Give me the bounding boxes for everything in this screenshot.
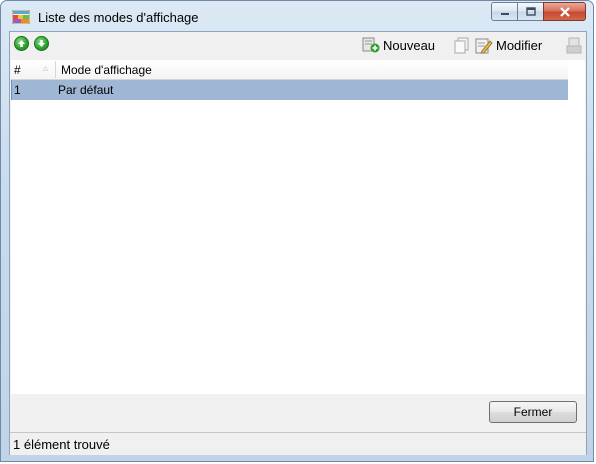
- sort-indicator-icon: ▵: [43, 63, 49, 74]
- close-icon: [559, 6, 570, 17]
- status-bar: 1 élément trouvé: [10, 432, 586, 455]
- row-marker: [11, 80, 12, 100]
- window-title: Liste des modes d'affichage: [38, 10, 199, 25]
- close-button[interactable]: [543, 2, 586, 21]
- arrow-up-icon: [18, 40, 25, 47]
- copy-icon: [454, 37, 469, 53]
- row-number: 1: [14, 83, 21, 97]
- column-divider[interactable]: [55, 61, 56, 78]
- new-icon: [362, 37, 380, 53]
- minimize-icon: [500, 12, 509, 15]
- column-header-mode[interactable]: Mode d'affichage: [61, 63, 152, 77]
- maximize-icon: [525, 7, 536, 16]
- close-dialog-button[interactable]: Fermer: [489, 401, 577, 423]
- new-button[interactable]: Nouveau: [362, 35, 435, 55]
- edit-button[interactable]: Modifier: [475, 35, 542, 55]
- new-button-label: Nouveau: [383, 37, 436, 53]
- modes-table[interactable]: # ▵ Mode d'affichage 1 Par défaut: [11, 60, 585, 394]
- move-down-button[interactable]: [34, 36, 49, 51]
- edit-button-label: Modifier: [496, 37, 543, 53]
- table-header: # ▵ Mode d'affichage: [11, 60, 568, 80]
- delete-icon: [566, 37, 582, 53]
- client-area: Nouveau Modifier # ▵ Mode d'affichage 1 …: [9, 31, 587, 455]
- caption-buttons: [491, 2, 586, 22]
- app-icon: [11, 9, 31, 25]
- table-row[interactable]: 1 Par défaut: [11, 80, 568, 100]
- move-up-button[interactable]: [14, 36, 29, 51]
- edit-icon: [475, 38, 493, 53]
- column-header-number[interactable]: #: [14, 63, 21, 77]
- arrow-down-icon: [38, 40, 45, 47]
- window: Liste des modes d'affichage Nouveau Modi…: [0, 0, 594, 462]
- toolbar: Nouveau Modifier: [10, 32, 586, 58]
- row-mode-name: Par défaut: [58, 83, 114, 97]
- status-text: 1 élément trouvé: [13, 437, 110, 452]
- copy-button[interactable]: [454, 35, 470, 55]
- title-bar[interactable]: Liste des modes d'affichage: [1, 1, 593, 31]
- minimize-button[interactable]: [491, 2, 517, 21]
- delete-button[interactable]: [566, 35, 582, 55]
- maximize-button[interactable]: [517, 2, 543, 21]
